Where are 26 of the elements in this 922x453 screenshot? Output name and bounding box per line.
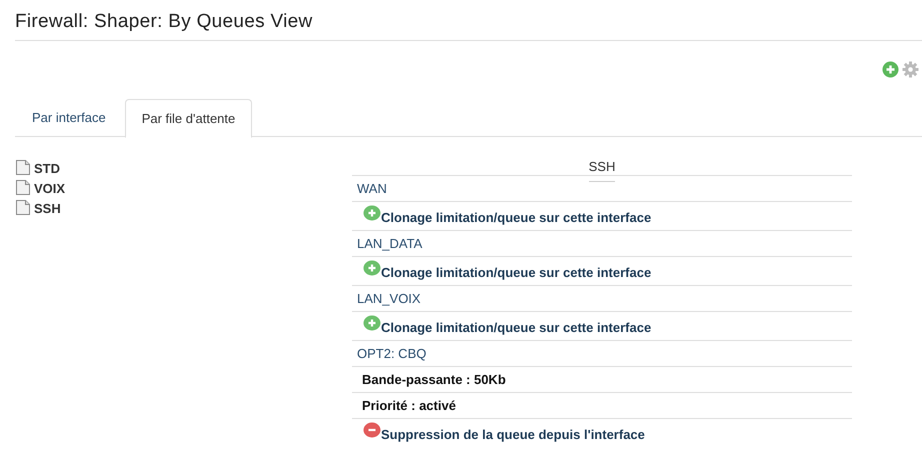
file-icon — [15, 159, 31, 176]
add-icon[interactable] — [882, 61, 899, 78]
queue-heading: SSH — [588, 156, 616, 182]
tree-item[interactable]: VOIX — [34, 181, 66, 196]
interface-link[interactable]: LAN_VOIX — [357, 288, 421, 308]
info-text: Bande-passante : 50Kb — [362, 370, 506, 389]
clone-link[interactable]: Clonage limitation/queue sur cette interface — [381, 266, 652, 280]
add-icon — [363, 205, 381, 221]
page-title: Firewall: Shaper: By Queues View — [15, 10, 313, 34]
add-icon — [363, 315, 381, 331]
info-text: Priorité : activé — [362, 396, 456, 415]
clone-link[interactable]: Clonage limitation/queue sur cette interface — [381, 211, 652, 225]
delete-link[interactable]: Suppression de la queue depuis l'interface — [381, 428, 645, 442]
tab[interactable]: Par interface — [15, 99, 123, 137]
remove-icon — [363, 422, 381, 438]
tab[interactable]: Par file d'attente — [124, 99, 252, 138]
tree-item[interactable]: STD — [34, 161, 60, 176]
settings-icon[interactable] — [902, 61, 919, 78]
clone-link[interactable]: Clonage limitation/queue sur cette interface — [381, 321, 652, 335]
interface-link[interactable]: LAN_DATA — [357, 234, 422, 254]
add-icon — [363, 260, 381, 276]
file-icon — [15, 179, 31, 196]
interface-link[interactable]: WAN — [357, 178, 387, 198]
interface-link[interactable]: OPT2: CBQ — [357, 344, 426, 364]
file-icon — [15, 199, 31, 216]
tree-item[interactable]: SSH — [34, 201, 61, 216]
